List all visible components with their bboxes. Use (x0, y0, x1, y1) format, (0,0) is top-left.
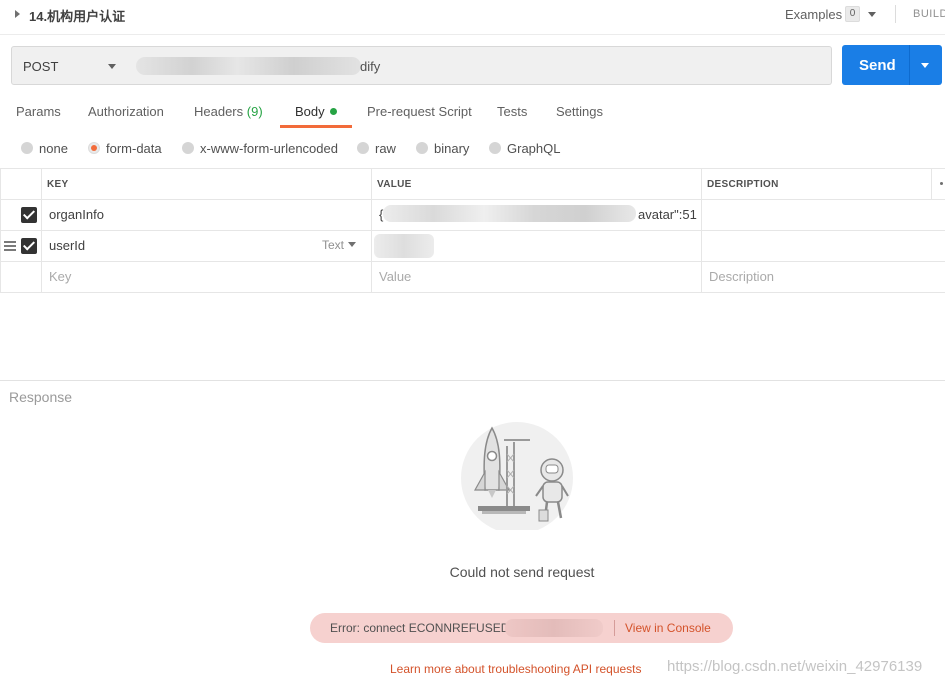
table-border (0, 230, 945, 231)
table-border (0, 199, 945, 200)
param-type-label: Text (322, 238, 345, 252)
modified-dot-icon (329, 108, 337, 115)
examples-count-badge: 0 (845, 6, 860, 22)
radio-label: GraphQL (507, 141, 561, 156)
response-divider[interactable] (0, 380, 945, 381)
more-options-icon[interactable] (940, 182, 943, 185)
watermark: https://blog.csdn.net/weixin_42976139 (667, 658, 923, 675)
url-text: dify (360, 59, 381, 74)
build-tab[interactable]: BUILD (913, 8, 945, 20)
troubleshooting-link[interactable]: Learn more about troubleshooting API req… (390, 662, 642, 676)
row-checkbox[interactable] (21, 207, 37, 223)
radio-label: raw (375, 141, 396, 156)
radio-icon (489, 142, 501, 154)
radio-label: none (39, 141, 68, 156)
redacted-value (383, 205, 636, 222)
table-border (0, 261, 945, 262)
response-title: Response (9, 389, 73, 405)
table-border (371, 168, 372, 293)
new-value-input[interactable]: Value (379, 269, 411, 284)
url-input[interactable]: dify (126, 46, 832, 85)
param-type-select[interactable]: Text (322, 238, 357, 252)
redacted-url-segment (136, 57, 361, 75)
error-banner: Error: connect ECONNREFUSED View in Cons… (310, 613, 733, 643)
caret-down-icon (348, 242, 357, 247)
column-header-value: VALUE (377, 179, 412, 190)
form-data-table: KEY VALUE DESCRIPTION organInfo { avatar… (0, 168, 945, 293)
divider (895, 5, 896, 23)
method-label: POST (23, 59, 59, 74)
tab-body[interactable]: Body (295, 104, 337, 119)
method-select[interactable]: POST (11, 46, 127, 85)
redacted-value (374, 234, 434, 258)
rocket-illustration (461, 422, 573, 530)
radio-icon (357, 142, 369, 154)
tab-body-label: Body (295, 104, 325, 119)
radio-label: x-www-form-urlencoded (200, 141, 338, 156)
radio-label: binary (434, 141, 470, 156)
tab-params[interactable]: Params (16, 104, 61, 119)
radio-selected-icon (88, 142, 100, 154)
send-label: Send (859, 57, 896, 74)
new-description-input[interactable]: Description (709, 269, 774, 284)
param-key[interactable]: organInfo (49, 207, 104, 222)
param-key[interactable]: userId (49, 238, 85, 253)
request-title-bar: 14.机构用户认证 Examples 0 BUILD (0, 0, 945, 30)
tab-settings[interactable]: Settings (556, 104, 603, 119)
tab-headers-count: (9) (246, 104, 263, 119)
radio-x-www-form-urlencoded[interactable]: x-www-form-urlencoded (182, 141, 338, 156)
radio-label: form-data (106, 141, 162, 156)
empty-response-message: Could not send request (449, 564, 595, 580)
request-name[interactable]: 14.机构用户认证 (29, 6, 125, 25)
new-key-input[interactable]: Key (49, 269, 71, 284)
active-tab-indicator (280, 125, 352, 128)
radio-icon (21, 142, 33, 154)
table-border (0, 292, 945, 293)
radio-graphql[interactable]: GraphQL (489, 141, 560, 156)
row-checkbox[interactable] (21, 238, 37, 254)
divider (614, 620, 615, 636)
table-border (701, 168, 702, 293)
error-text: Error: connect ECONNREFUSED (330, 621, 510, 635)
tab-tests[interactable]: Tests (497, 104, 527, 119)
drag-handle-icon[interactable] (4, 241, 16, 251)
column-header-key: KEY (47, 179, 69, 190)
tab-pre-request-script[interactable]: Pre-request Script (367, 104, 472, 119)
examples-button[interactable]: Examples (785, 7, 842, 22)
radio-raw[interactable]: raw (357, 141, 396, 156)
caret-right-icon[interactable] (15, 10, 20, 18)
table-border (41, 168, 42, 293)
radio-icon (182, 142, 194, 154)
tab-authorization[interactable]: Authorization (88, 104, 164, 119)
param-value-suffix[interactable]: avatar":51 (638, 207, 697, 222)
divider (909, 45, 910, 85)
table-border (931, 168, 932, 199)
redacted-address (505, 619, 603, 637)
chevron-down-icon[interactable] (868, 12, 876, 17)
send-button[interactable]: Send (842, 45, 942, 85)
divider (0, 34, 945, 35)
tab-headers[interactable]: Headers (9) (194, 104, 263, 119)
column-header-description: DESCRIPTION (707, 179, 779, 190)
radio-form-data[interactable]: form-data (88, 141, 162, 156)
table-border (0, 168, 1, 293)
table-border (0, 168, 945, 169)
radio-binary[interactable]: binary (416, 141, 469, 156)
radio-icon (416, 142, 428, 154)
radio-none[interactable]: none (21, 141, 68, 156)
view-in-console-link[interactable]: View in Console (625, 621, 711, 635)
chevron-down-icon (108, 64, 116, 69)
tab-headers-label: Headers (194, 104, 244, 119)
chevron-down-icon[interactable] (921, 63, 929, 68)
